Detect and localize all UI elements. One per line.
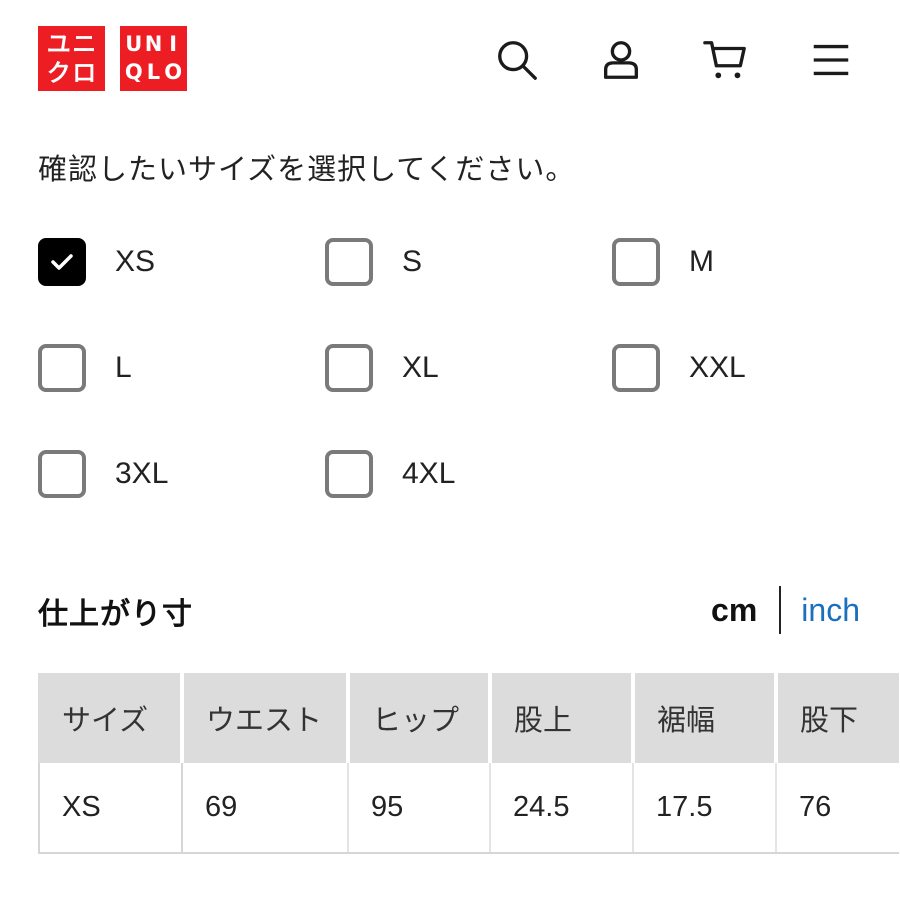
- table-header: サイズ: [38, 673, 184, 763]
- logo-kana-box: ユ ニ ク ロ: [38, 26, 105, 91]
- uniqlo-logo[interactable]: ユ ニ ク ロ U N I Q L O: [38, 26, 187, 91]
- menu-button[interactable]: [807, 36, 855, 84]
- logo-char: L: [146, 60, 161, 85]
- unit-inch-link[interactable]: inch: [781, 592, 860, 629]
- checkbox-s[interactable]: [325, 238, 373, 286]
- checkbox-3xl[interactable]: [38, 450, 86, 498]
- table-cell: 76: [776, 763, 899, 854]
- unit-toggle: cm inch: [711, 586, 860, 634]
- checkbox-m[interactable]: [612, 238, 660, 286]
- size-label: 4XL: [402, 457, 456, 490]
- table-cell: 95: [348, 763, 491, 854]
- size-label: XL: [402, 351, 439, 384]
- table-cell: 69: [182, 763, 349, 854]
- logo-char: N: [144, 31, 163, 56]
- table-header: ヒップ: [348, 673, 492, 763]
- checkbox-4xl[interactable]: [325, 450, 373, 498]
- table-header: 裾幅: [633, 673, 778, 763]
- checkbox-l[interactable]: [38, 344, 86, 392]
- table-cell: 17.5: [633, 763, 777, 854]
- checkbox-xxl[interactable]: [612, 344, 660, 392]
- menu-icon: [813, 44, 849, 76]
- logo-char: Q: [124, 60, 143, 85]
- size-label: M: [689, 245, 714, 278]
- size-option-xxl[interactable]: XXL: [612, 344, 746, 392]
- checkmark-icon: [51, 254, 73, 270]
- table-header: 股上: [490, 673, 635, 763]
- size-option-4xl[interactable]: 4XL: [325, 450, 455, 498]
- size-label: L: [115, 351, 132, 384]
- size-label: XS: [115, 245, 156, 278]
- section-title: 仕上がり寸: [38, 597, 193, 632]
- logo-char: ク: [46, 58, 71, 87]
- logo-char: ニ: [72, 30, 97, 59]
- unit-cm-button[interactable]: cm: [711, 592, 779, 629]
- size-option-3xl[interactable]: 3XL: [38, 450, 168, 498]
- size-table: サイズ ウエスト ヒップ 股上 裾幅 股下 XS 69 95 24.5 17.5…: [38, 673, 899, 854]
- size-option-xl[interactable]: XL: [325, 344, 439, 392]
- size-option-xs[interactable]: XS: [38, 238, 155, 286]
- checkbox-xl[interactable]: [325, 344, 373, 392]
- table-header: 股下: [776, 673, 899, 763]
- search-button[interactable]: [493, 36, 541, 84]
- size-instruction: 確認したいサイズを選択してください。: [38, 152, 576, 186]
- logo-char: U: [125, 31, 143, 56]
- cart-button[interactable]: [701, 36, 749, 84]
- account-icon: [603, 41, 639, 79]
- table-cell: 24.5: [490, 763, 634, 854]
- size-option-s[interactable]: S: [325, 238, 422, 286]
- table-row: XS 69 95 24.5 17.5 76: [38, 763, 899, 854]
- size-label: S: [402, 245, 423, 278]
- logo-char: ロ: [72, 58, 97, 87]
- search-icon: [498, 41, 537, 80]
- size-option-m[interactable]: M: [612, 238, 714, 286]
- logo-latin-box: U N I Q L O: [120, 26, 187, 91]
- size-label: XXL: [689, 351, 746, 384]
- checkbox-xs[interactable]: [38, 238, 86, 286]
- logo-char: ユ: [46, 30, 71, 59]
- table-cell: XS: [38, 763, 183, 854]
- cart-icon: [703, 41, 746, 79]
- size-label: 3XL: [115, 457, 169, 490]
- size-option-l[interactable]: L: [38, 344, 132, 392]
- table-header: ウエスト: [182, 673, 350, 763]
- table-header-row: サイズ ウエスト ヒップ 股上 裾幅 股下: [38, 673, 899, 763]
- logo-char: I: [169, 31, 178, 56]
- account-button[interactable]: [597, 36, 645, 84]
- logo-char: O: [164, 60, 183, 85]
